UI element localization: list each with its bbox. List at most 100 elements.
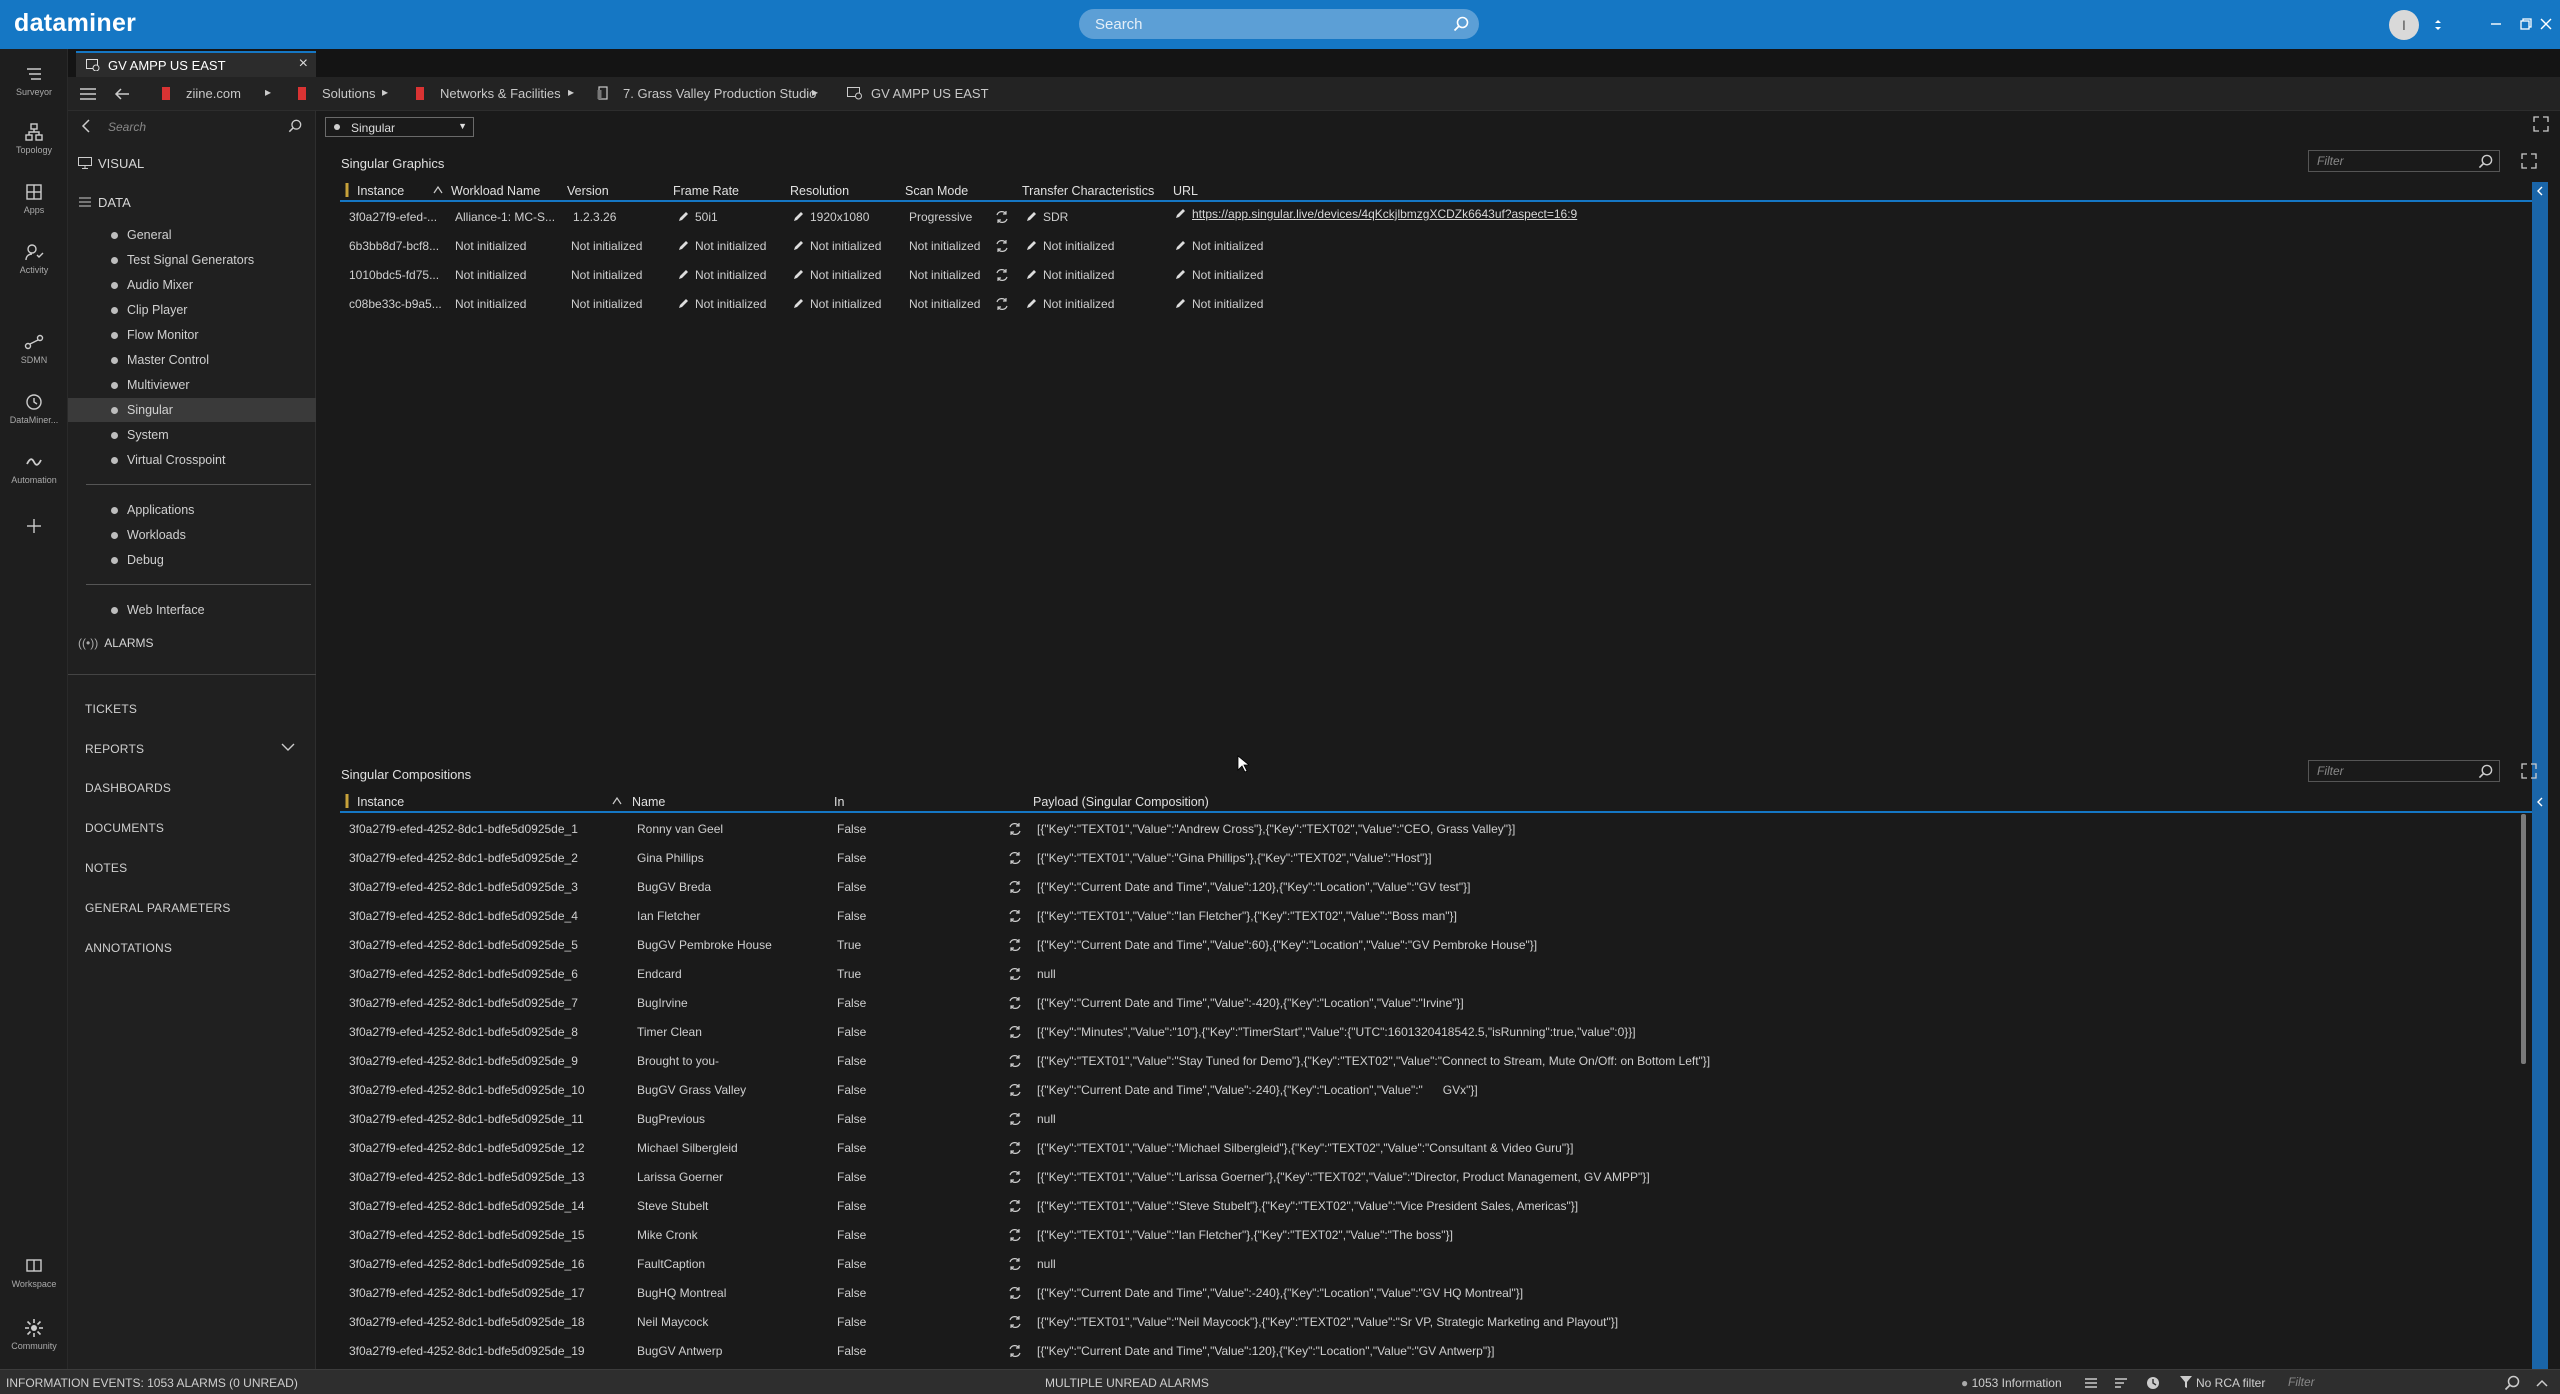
rail-workspace[interactable]: Workspace bbox=[0, 1249, 68, 1305]
rail-automation[interactable]: Automation bbox=[0, 445, 68, 501]
graphics-header-frame-rate[interactable]: Frame Rate bbox=[673, 184, 739, 198]
sidebar-annotations[interactable]: ANNOTATIONS bbox=[85, 941, 172, 955]
search-icon[interactable] bbox=[1453, 16, 1469, 32]
graphics-header-url[interactable]: URL bbox=[1173, 184, 1198, 198]
breadcrumb-item[interactable]: ziine.com bbox=[186, 86, 241, 101]
refresh-icon[interactable] bbox=[1008, 1083, 1022, 1097]
search-icon[interactable] bbox=[288, 119, 302, 133]
edit-pencil-icon[interactable] bbox=[793, 240, 804, 251]
rail-dataminer[interactable]: DataMiner... bbox=[0, 385, 68, 441]
user-avatar[interactable]: I bbox=[2389, 10, 2419, 40]
refresh-icon[interactable] bbox=[1008, 1228, 1022, 1242]
refresh-icon[interactable] bbox=[995, 297, 1009, 311]
edit-pencil-icon[interactable] bbox=[1026, 240, 1037, 251]
search-icon[interactable] bbox=[2478, 764, 2493, 779]
breadcrumb-item[interactable]: Solutions bbox=[322, 86, 375, 101]
compositions-scrollbar[interactable] bbox=[2532, 793, 2548, 1369]
graphics-cell-transfer[interactable]: Not initialized bbox=[1026, 239, 1114, 253]
graphics-cell-resolution[interactable]: Not initialized bbox=[793, 268, 881, 282]
rail-community[interactable]: Community bbox=[0, 1311, 68, 1367]
rail-surveyor[interactable]: Surveyor bbox=[0, 57, 68, 113]
sort-lines-icon[interactable] bbox=[2113, 1375, 2129, 1391]
close-tab-icon[interactable]: × bbox=[299, 55, 308, 73]
sidebar-tickets[interactable]: TICKETS bbox=[85, 702, 137, 716]
expand-panel-icon[interactable] bbox=[2520, 152, 2538, 170]
refresh-icon[interactable] bbox=[1008, 909, 1022, 923]
refresh-icon[interactable] bbox=[1008, 822, 1022, 836]
collapse-left-icon[interactable] bbox=[80, 119, 92, 133]
refresh-icon[interactable] bbox=[1008, 1170, 1022, 1184]
collapse-arrow-icon[interactable] bbox=[2535, 797, 2545, 807]
sidebar-dashboards[interactable]: DASHBOARDS bbox=[85, 781, 171, 795]
search-icon[interactable] bbox=[2478, 154, 2493, 169]
sort-up-icon[interactable] bbox=[612, 797, 622, 805]
sidebar-item-debug[interactable]: Debug bbox=[68, 548, 316, 572]
refresh-icon[interactable] bbox=[1008, 1286, 1022, 1300]
sidebar-item-applications[interactable]: Applications bbox=[68, 498, 316, 522]
compositions-filter-input[interactable] bbox=[2317, 763, 2467, 779]
edit-pencil-icon[interactable] bbox=[678, 269, 689, 280]
graphics-cell-url[interactable]: https://app.singular.live/devices/4qKckj… bbox=[1175, 207, 1577, 221]
refresh-icon[interactable] bbox=[1008, 1025, 1022, 1039]
rail-add[interactable] bbox=[0, 509, 68, 539]
sidebar-notes[interactable]: NOTES bbox=[85, 861, 127, 875]
sidebar-item-general[interactable]: General bbox=[68, 223, 316, 247]
status-events-text[interactable]: INFORMATION EVENTS: 1053 ALARMS (0 UNREA… bbox=[6, 1376, 298, 1390]
sidebar-alarms[interactable]: ((•)) ALARMS bbox=[78, 636, 154, 650]
refresh-icon[interactable] bbox=[995, 239, 1009, 253]
sidebar-data[interactable]: DATA bbox=[78, 195, 131, 210]
breadcrumb-item[interactable]: Networks & Facilities bbox=[440, 86, 561, 101]
rca-filter[interactable]: No RCA filter bbox=[2180, 1376, 2265, 1390]
edit-pencil-icon[interactable] bbox=[678, 240, 689, 251]
edit-pencil-icon[interactable] bbox=[1026, 269, 1037, 280]
graphics-cell-resolution[interactable]: Not initialized bbox=[793, 239, 881, 253]
edit-pencil-icon[interactable] bbox=[793, 211, 804, 222]
graphics-cell-transfer[interactable]: Not initialized bbox=[1026, 268, 1114, 282]
sidebar-visual[interactable]: VISUAL bbox=[78, 156, 144, 171]
graphics-filter[interactable] bbox=[2308, 150, 2500, 172]
sidebar-item-virtual-crosspoint[interactable]: Virtual Crosspoint bbox=[68, 448, 316, 472]
graphics-cell-frame-rate[interactable]: Not initialized bbox=[678, 239, 766, 253]
edit-pencil-icon[interactable] bbox=[1175, 269, 1186, 280]
graphics-cell-url[interactable]: Not initialized bbox=[1175, 297, 1263, 311]
refresh-icon[interactable] bbox=[1008, 967, 1022, 981]
fullscreen-icon[interactable] bbox=[2532, 115, 2550, 133]
graphics-cell-frame-rate[interactable]: Not initialized bbox=[678, 268, 766, 282]
graphics-cell-url[interactable]: Not initialized bbox=[1175, 268, 1263, 282]
edit-pencil-icon[interactable] bbox=[678, 298, 689, 309]
list-view-icon[interactable] bbox=[2083, 1375, 2099, 1391]
compositions-header-name[interactable]: Name bbox=[632, 795, 665, 809]
refresh-icon[interactable] bbox=[1008, 880, 1022, 894]
tab-gv-ampp[interactable]: GV AMPP US EAST × bbox=[76, 51, 316, 77]
sidebar-item-workloads[interactable]: Workloads bbox=[68, 523, 316, 547]
rail-topology[interactable]: Topology bbox=[0, 115, 68, 171]
refresh-icon[interactable] bbox=[1008, 996, 1022, 1010]
refresh-icon[interactable] bbox=[1008, 851, 1022, 865]
refresh-icon[interactable] bbox=[1008, 1199, 1022, 1213]
refresh-icon[interactable] bbox=[1008, 1344, 1022, 1358]
graphics-cell-transfer[interactable]: SDR bbox=[1026, 210, 1068, 224]
breadcrumb-item[interactable]: GV AMPP US EAST bbox=[871, 86, 989, 101]
back-arrow-icon[interactable] bbox=[111, 83, 133, 105]
edit-pencil-icon[interactable] bbox=[1175, 298, 1186, 309]
compositions-header-payload[interactable]: Payload (Singular Composition) bbox=[1033, 795, 1209, 809]
breadcrumb-item[interactable]: 7. Grass Valley Production Studio bbox=[623, 86, 816, 101]
graphics-scrollbar[interactable] bbox=[2532, 182, 2548, 858]
expand-panel-icon[interactable] bbox=[2520, 762, 2538, 780]
search-icon[interactable] bbox=[2504, 1375, 2520, 1391]
compositions-scroll-thumb[interactable] bbox=[2521, 814, 2526, 1064]
sidebar-item-master-control[interactable]: Master Control bbox=[68, 348, 316, 372]
global-search-input[interactable] bbox=[1095, 9, 1435, 39]
graphics-header-scan-mode[interactable]: Scan Mode bbox=[905, 184, 968, 198]
sidebar-documents[interactable]: DOCUMENTS bbox=[85, 821, 164, 835]
sidebar-general-parameters[interactable]: GENERAL PARAMETERS bbox=[85, 901, 231, 915]
clock-icon[interactable] bbox=[2145, 1375, 2161, 1391]
sidebar-search-input[interactable] bbox=[108, 117, 288, 137]
sidebar-item-system[interactable]: System bbox=[68, 423, 316, 447]
graphics-header-workload[interactable]: Workload Name bbox=[451, 184, 540, 198]
graphics-cell-resolution[interactable]: 1920x1080 bbox=[793, 210, 869, 224]
singular-url-link[interactable]: https://app.singular.live/devices/4qKckj… bbox=[1192, 207, 1577, 221]
sidebar-item-clip-player[interactable]: Clip Player bbox=[68, 298, 316, 322]
refresh-icon[interactable] bbox=[1008, 1315, 1022, 1329]
chevron-up-icon[interactable] bbox=[2534, 1375, 2550, 1391]
